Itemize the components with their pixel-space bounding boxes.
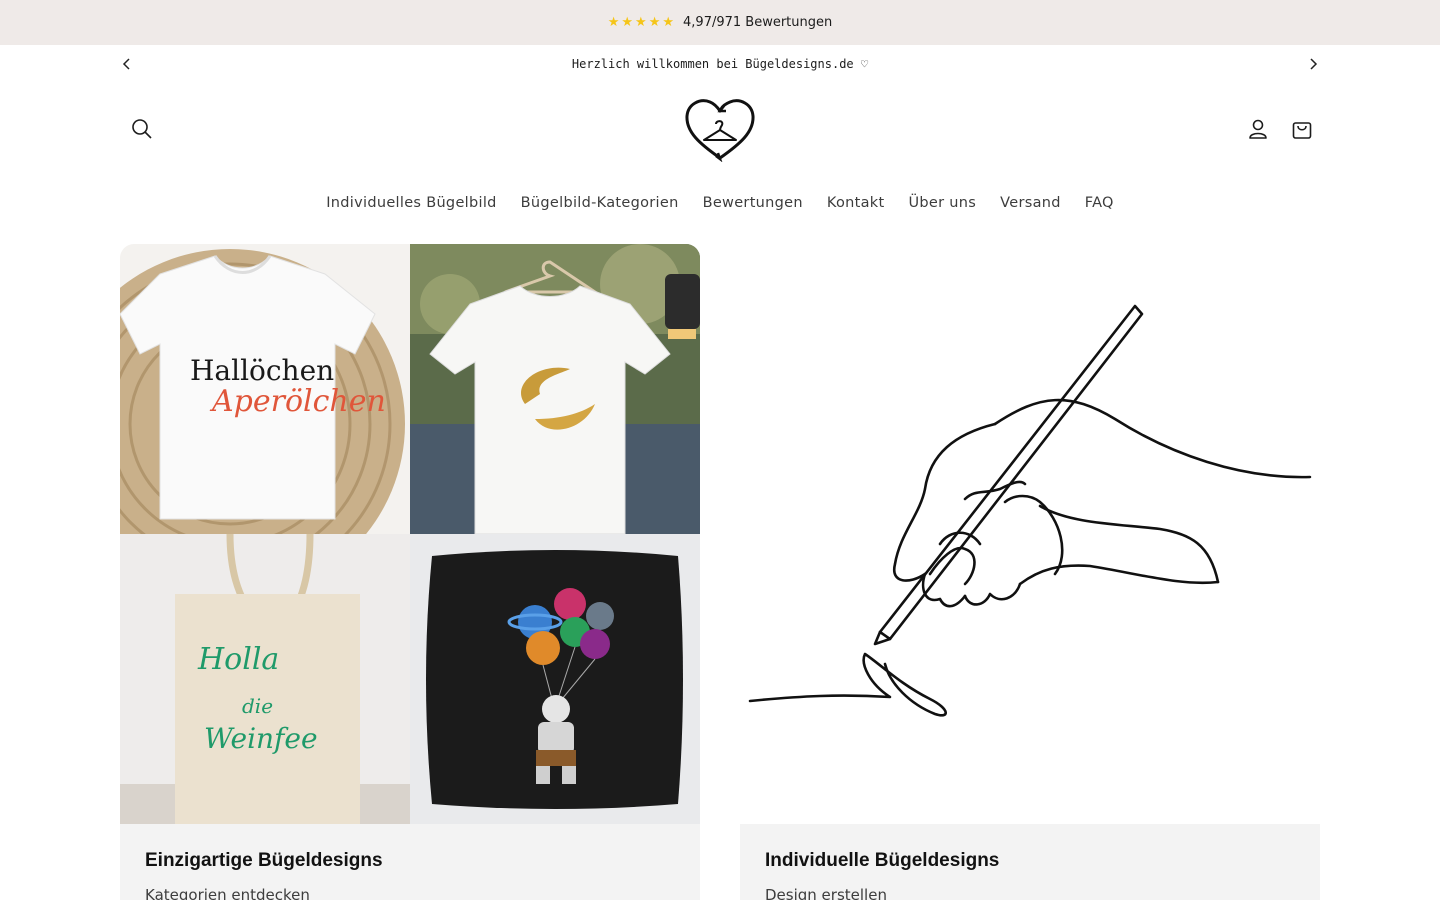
search-button[interactable] <box>120 107 164 151</box>
rating-text: 4,97/971 Bewertungen <box>683 15 833 30</box>
product-collage: Hallöchen Aperölchen Holla die Weinfee <box>120 244 700 824</box>
main-navigation: Individuelles Bügelbild Bügelbild-Katego… <box>0 186 1440 220</box>
account-button[interactable] <box>1236 107 1280 151</box>
tshirt-hallöchen-image: Hallöchen Aperölchen <box>120 244 410 534</box>
next-announcement-button[interactable] <box>1305 56 1321 72</box>
search-icon <box>132 119 152 139</box>
shopping-bag-icon <box>1292 122 1312 139</box>
nav-item-versand[interactable]: Versand <box>988 195 1073 211</box>
pillow-astronaut-image <box>410 534 700 824</box>
tile-text-line3: Weinfee <box>204 722 318 755</box>
tile-text-line2: die <box>242 694 274 718</box>
hand-with-pen-icon <box>748 304 1312 717</box>
card-footer: Einzigartige Bügeldesigns Kategorien ent… <box>120 824 700 900</box>
card-title[interactable]: Individuelle Bügeldesigns <box>765 850 1295 872</box>
announcement-bar: Herzlich willkommen bei Bügeldesigns.de … <box>0 45 1440 83</box>
card-footer: Individuelle Bügeldesigns Design erstell… <box>740 824 1320 900</box>
tile-text-line1: Hallöchen <box>190 354 335 387</box>
rating-bar[interactable]: ★★★★★ 4,97/971 Bewertungen <box>0 0 1440 45</box>
cart-button[interactable] <box>1280 107 1324 151</box>
tshirt-gold-logo-image <box>410 244 700 534</box>
nav-item-individuelles-buegelbild[interactable]: Individuelles Bügelbild <box>314 195 508 211</box>
nav-item-kategorien[interactable]: Bügelbild-Kategorien <box>509 195 691 211</box>
custom-design-card[interactable]: Individuelle Bügeldesigns Design erstell… <box>740 244 1320 900</box>
chevron-right-icon <box>1310 58 1318 70</box>
tile-text-line1: Holla <box>198 642 280 677</box>
nav-item-kontakt[interactable]: Kontakt <box>815 195 897 211</box>
rating-stars-icon: ★★★★★ <box>607 15 677 30</box>
user-icon <box>1249 119 1267 139</box>
heart-hanger-logo-icon <box>685 99 755 163</box>
card-subtitle[interactable]: Kategorien entdecken <box>145 886 675 900</box>
card-subtitle[interactable]: Design erstellen <box>765 886 1295 900</box>
chevron-left-icon <box>122 58 130 70</box>
card-title[interactable]: Einzigartige Bügeldesigns <box>145 850 675 872</box>
hand-drawing-image <box>740 244 1320 824</box>
nav-item-bewertungen[interactable]: Bewertungen <box>691 195 815 211</box>
category-card[interactable]: Hallöchen Aperölchen Holla die Weinfee E… <box>120 244 700 900</box>
previous-announcement-button[interactable] <box>119 56 135 72</box>
tote-bag-weinfee-image: Holla die Weinfee <box>120 534 410 824</box>
nav-item-ueber-uns[interactable]: Über uns <box>896 195 988 211</box>
announcement-text: Herzlich willkommen bei Bügeldesigns.de … <box>571 57 869 71</box>
nav-item-faq[interactable]: FAQ <box>1073 195 1126 211</box>
tile-text-line2: Aperölchen <box>212 384 386 419</box>
site-logo[interactable] <box>680 96 760 163</box>
